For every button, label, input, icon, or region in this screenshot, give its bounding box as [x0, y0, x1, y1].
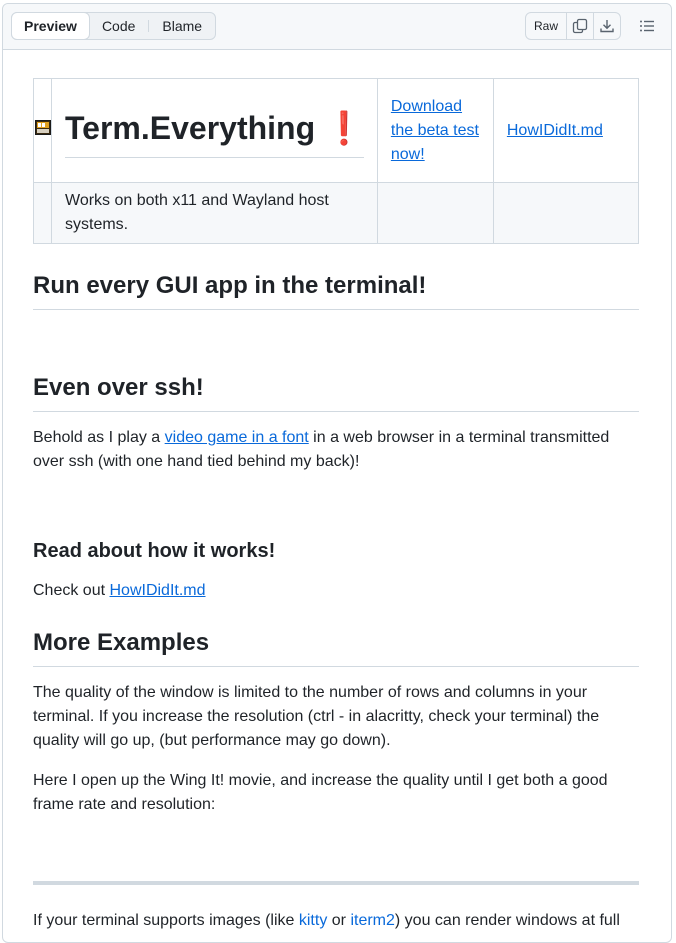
kitty-link[interactable]: kitty [299, 912, 327, 929]
text-span: Check out [33, 582, 110, 599]
paragraph-quality: The quality of the window is limited to … [33, 684, 600, 749]
tab-code[interactable]: Code [89, 13, 148, 39]
page-title: Term.Everything ❗ [65, 104, 364, 158]
app-logo-icon [34, 119, 51, 135]
heading-even-over-ssh: Even over ssh! [33, 373, 639, 412]
list-outline-icon [640, 20, 654, 32]
view-mode-segmented-control: Preview Code Blame [11, 12, 217, 40]
outline-button[interactable] [631, 12, 663, 40]
text-span: If your terminal supports images (like [33, 912, 299, 929]
title-text: Term.Everything [65, 109, 316, 146]
howididit-inline-link[interactable]: HowIDidIt.md [109, 582, 205, 599]
empty-cell [492, 182, 640, 244]
file-actions: Raw [524, 12, 663, 40]
raw-copy-download-group: Raw [524, 12, 621, 40]
raw-button[interactable]: Raw [526, 13, 566, 39]
title-cell: Term.Everything ❗ [51, 78, 378, 183]
copy-raw-button[interactable] [566, 13, 593, 39]
download-icon [600, 20, 614, 33]
file-toolbar: Preview Code Blame Raw [3, 4, 671, 50]
howididit-link[interactable]: HowIDidIt.md [507, 122, 603, 139]
heading-run-every-gui: Run every GUI app in the terminal! [33, 271, 639, 310]
text-span: ) you can render windows at full [394, 912, 620, 929]
markdown-body: Term.Everything ❗ Download the beta test… [33, 78, 640, 929]
empty-cell [376, 182, 494, 244]
horizontal-rule [33, 881, 639, 885]
howto-cell: HowIDidIt.md [492, 78, 640, 183]
text-span: or [327, 912, 351, 929]
paragraph-wing-it: Here I open up the Wing It! movie, and i… [33, 772, 608, 813]
tab-blame[interactable]: Blame [149, 13, 215, 39]
paragraph-check-out: Check out HowIDidIt.md [33, 579, 639, 603]
paragraph-images: If your terminal supports images (like k… [33, 909, 639, 933]
paragraph-behold: Behold as I play a video game in a font … [33, 426, 639, 474]
subtitle-cell: Works on both x11 and Wayland host syste… [51, 182, 378, 244]
exclamation-icon: ❗ [324, 109, 364, 146]
download-raw-button[interactable] [593, 13, 620, 39]
tab-preview[interactable]: Preview [11, 12, 90, 40]
logo-cell [33, 78, 52, 183]
video-game-in-a-font-link[interactable]: video game in a font [165, 429, 309, 446]
text-span: Behold as I play a [33, 429, 165, 446]
hero-table: Term.Everything ❗ Download the beta test… [33, 78, 640, 244]
copy-icon [572, 18, 588, 34]
download-cell: Download the beta test now! [376, 78, 494, 183]
heading-more-examples: More Examples [33, 628, 639, 667]
empty-cell [33, 182, 52, 244]
heading-read-about: Read about how it works! [33, 540, 276, 562]
iterm2-link[interactable]: iterm2 [350, 912, 394, 929]
download-beta-link[interactable]: Download the beta test now! [391, 98, 479, 163]
